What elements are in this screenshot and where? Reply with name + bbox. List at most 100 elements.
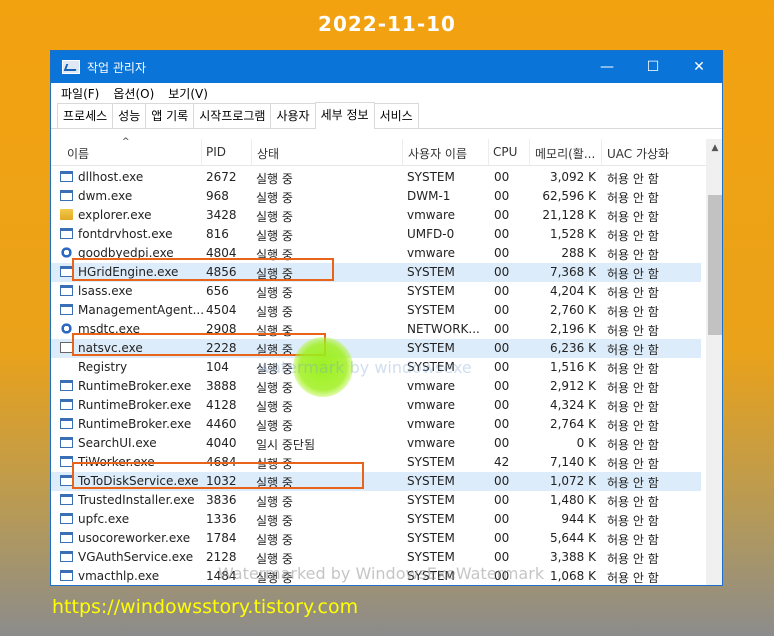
table-row[interactable]: lsass.exe 656 실행 중 SYSTEM 00 4,204 K 허용 안 함	[51, 282, 701, 301]
tab-processes[interactable]: 프로세스	[57, 103, 114, 128]
table-row[interactable]: RuntimeBroker.exe 4128 실행 중 vmware 00 4,324 K…	[51, 396, 701, 415]
table-header: 이름 ^ PID 상태 사용자 이름 CPU 메모리(활... UAC 가상화	[51, 137, 722, 166]
table-row[interactable]: ManagementAgent... 4504 실행 중 SYSTEM 00 2,760 …	[51, 301, 701, 320]
scroll-up-arrow-icon[interactable]: ▲	[706, 143, 722, 153]
cell-name: dllhost.exe	[78, 170, 144, 184]
column-header-uac[interactable]: UAC 가상화	[607, 145, 669, 162]
gear-icon	[60, 247, 73, 258]
cell-cpu: 00	[494, 474, 510, 488]
cell-name: vmacthlp.exe	[78, 569, 160, 583]
cell-user: vmware	[407, 436, 456, 450]
cell-cpu: 00	[494, 341, 510, 355]
column-header-status[interactable]: 상태	[257, 145, 279, 162]
cell-mem: 0 K	[576, 436, 596, 450]
table-row[interactable]: SearchUI.exe 4040 일시 중단됨 vmware 00 0 K 허용 안 함	[51, 434, 701, 453]
table-row[interactable]: explorer.exe 3428 실행 중 vmware 00 21,128 K 허용 안…	[51, 206, 701, 225]
menu-view[interactable]: 보기(V)	[168, 85, 208, 102]
cell-uac: 허용 안 함	[607, 571, 659, 585]
cell-name: explorer.exe	[78, 208, 152, 222]
folder-icon	[60, 209, 73, 220]
cell-uac: 허용 안 함	[607, 324, 659, 338]
cell-uac: 허용 안 함	[607, 438, 659, 452]
cell-status: 실행 중	[256, 400, 293, 414]
cell-mem: 7,140 K	[549, 455, 596, 469]
blog-url: https://windowsstory.tistory.com	[52, 596, 359, 618]
cell-mem: 288 K	[561, 246, 596, 260]
cell-pid: 3888	[206, 379, 237, 393]
cell-status: 실행 중	[256, 419, 293, 433]
window-controls: — ☐ ✕	[584, 51, 722, 83]
column-header-cpu[interactable]: CPU	[493, 145, 517, 159]
tab-details[interactable]: 세부 정보	[314, 102, 375, 129]
cell-uac: 허용 안 함	[607, 495, 659, 509]
cell-status: 실행 중	[256, 533, 293, 547]
tab-services[interactable]: 서비스	[373, 103, 419, 128]
cell-user: SYSTEM	[407, 341, 455, 355]
table-row[interactable]: RuntimeBroker.exe 4460 실행 중 vmware 00 2,764 K…	[51, 415, 701, 434]
menu-file[interactable]: 파일(F)	[61, 85, 99, 102]
app-icon	[60, 399, 73, 410]
cell-status: 실행 중	[256, 381, 293, 395]
tab-app-history[interactable]: 앱 기록	[145, 103, 195, 128]
cell-user: SYSTEM	[407, 493, 455, 507]
vertical-scrollbar[interactable]: ▲	[706, 139, 722, 585]
cell-uac: 허용 안 함	[607, 343, 659, 357]
cell-name: SearchUI.exe	[78, 436, 157, 450]
cell-mem: 2,760 K	[549, 303, 596, 317]
cell-pid: 4504	[206, 303, 237, 317]
cell-user: SYSTEM	[407, 512, 455, 526]
cell-name: lsass.exe	[78, 284, 133, 298]
column-header-user[interactable]: 사용자 이름	[408, 145, 467, 162]
app-icon	[60, 551, 73, 562]
cell-pid: 3428	[206, 208, 237, 222]
cell-uac: 허용 안 함	[607, 552, 659, 566]
table-row[interactable]: upfc.exe 1336 실행 중 SYSTEM 00 944 K 허용 안 함	[51, 510, 701, 529]
table-row[interactable]: dllhost.exe 2672 실행 중 SYSTEM 00 3,092 K 허용 안 함	[51, 168, 701, 187]
scrollbar-thumb[interactable]	[708, 195, 722, 335]
maximize-button[interactable]: ☐	[630, 51, 676, 83]
cell-user: vmware	[407, 246, 456, 260]
cell-user: SYSTEM	[407, 265, 455, 279]
menu-options[interactable]: 옵션(O)	[113, 85, 154, 102]
app-icon	[60, 228, 73, 239]
tab-users[interactable]: 사용자	[270, 103, 316, 128]
column-header-memory[interactable]: 메모리(활...	[535, 145, 595, 162]
cell-name: RuntimeBroker.exe	[78, 398, 192, 412]
cell-name: TrustedInstaller.exe	[78, 493, 195, 507]
cell-status: 일시 중단됨	[256, 438, 316, 452]
close-button[interactable]: ✕	[676, 51, 722, 83]
table-row[interactable]: RuntimeBroker.exe 3888 실행 중 vmware 00 2,912 K…	[51, 377, 701, 396]
cell-cpu: 00	[494, 322, 510, 336]
cell-name: VGAuthService.exe	[78, 550, 194, 564]
column-header-pid[interactable]: PID	[206, 145, 226, 159]
process-rows: dllhost.exe 2672 실행 중 SYSTEM 00 3,092 K 허용 안 함…	[51, 168, 701, 585]
cell-status: 실행 중	[256, 191, 293, 205]
cell-cpu: 00	[494, 531, 510, 545]
cell-cpu: 00	[494, 246, 510, 260]
cell-name: RuntimeBroker.exe	[78, 417, 192, 431]
cell-user: SYSTEM	[407, 284, 455, 298]
cell-uac: 허용 안 함	[607, 210, 659, 224]
task-manager-icon	[62, 60, 80, 74]
tab-startup[interactable]: 시작프로그램	[193, 103, 272, 128]
cell-pid: 3836	[206, 493, 237, 507]
cell-status: 실행 중	[256, 210, 293, 224]
minimize-button[interactable]: —	[584, 51, 630, 83]
table-row[interactable]: TrustedInstaller.exe 3836 실행 중 SYSTEM 00 1,48…	[51, 491, 701, 510]
highlight-box-totodiskservice	[72, 462, 364, 489]
cell-mem: 6,236 K	[549, 341, 596, 355]
cell-uac: 허용 안 함	[607, 400, 659, 414]
tab-performance[interactable]: 성능	[112, 103, 147, 128]
table-row[interactable]: dwm.exe 968 실행 중 DWM-1 00 62,596 K 허용 안 함	[51, 187, 701, 206]
cell-cpu: 00	[494, 284, 510, 298]
table-row[interactable]: usocoreworker.exe 1784 실행 중 SYSTEM 00 5,644 K…	[51, 529, 701, 548]
cell-status: 실행 중	[256, 305, 293, 319]
cell-cpu: 00	[494, 170, 510, 184]
cell-pid: 4040	[206, 436, 237, 450]
table-row[interactable]: fontdrvhost.exe 816 실행 중 UMFD-0 00 1,528 K 허용 …	[51, 225, 701, 244]
column-header-name[interactable]: 이름	[67, 145, 89, 162]
app-icon	[60, 494, 73, 505]
cell-name: RuntimeBroker.exe	[78, 379, 192, 393]
cell-user: vmware	[407, 417, 456, 431]
cell-user: SYSTEM	[407, 170, 455, 184]
